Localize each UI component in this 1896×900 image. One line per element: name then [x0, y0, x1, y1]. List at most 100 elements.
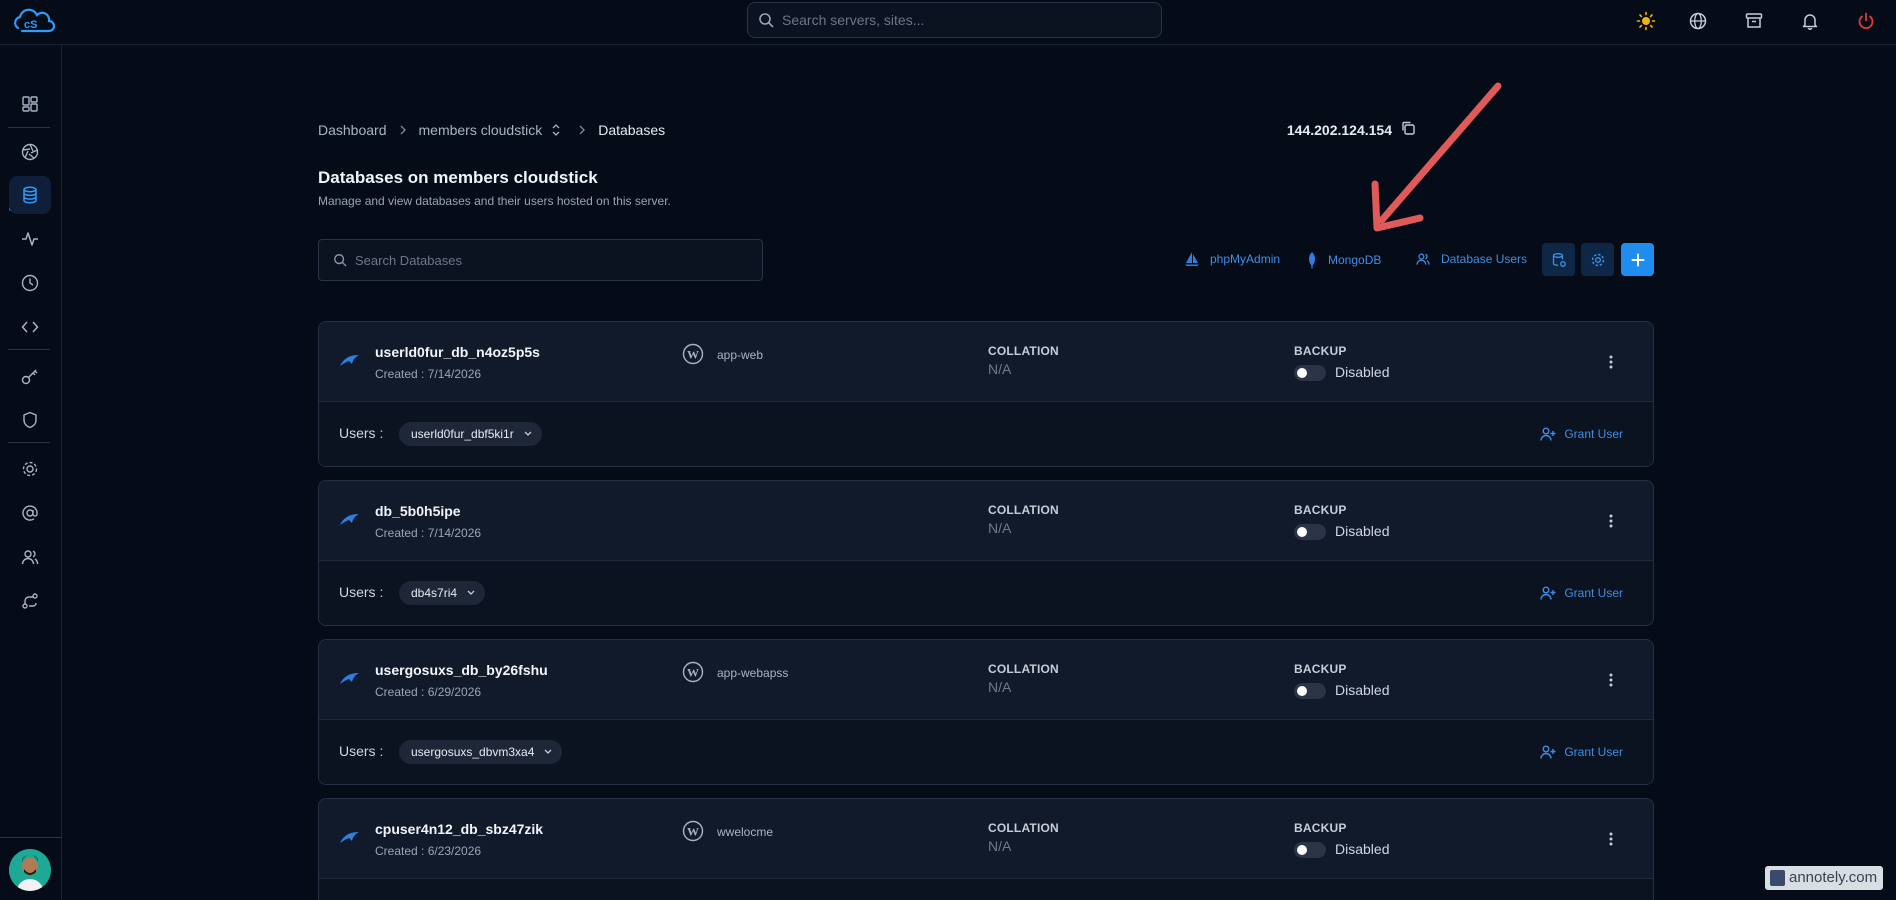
clock-icon [21, 274, 39, 292]
database-name[interactable]: usergosuxs_db_by26fshu [375, 662, 548, 678]
database-card-header: usergosuxs_db_by26fshu Created : 6/29/20… [319, 640, 1653, 720]
database-card-header: userld0fur_db_n4oz5p5s Created : 7/14/20… [319, 322, 1653, 402]
breadcrumb-server[interactable]: members cloudstick [419, 122, 543, 138]
plus-icon [1631, 253, 1644, 266]
svg-text:W: W [687, 348, 699, 362]
site-name[interactable]: app-web [717, 348, 763, 362]
more-options-button[interactable] [1601, 829, 1621, 849]
globe-icon [1689, 12, 1707, 30]
sidebar-item-security[interactable] [9, 401, 51, 439]
mongodb-link[interactable]: MongoDB [1306, 251, 1381, 269]
archive-button[interactable] [1742, 9, 1766, 33]
database-created: Created : 7/14/2026 [375, 367, 482, 381]
database-users-link[interactable]: Database Users [1415, 251, 1527, 267]
users-label: Users : [339, 743, 384, 759]
notifications-button[interactable] [1798, 9, 1822, 33]
copy-icon[interactable] [1400, 120, 1416, 139]
database-config-button[interactable] [1542, 243, 1575, 276]
backup-label: BACKUP [1294, 503, 1347, 517]
user-chip[interactable]: db4s7ri4 [399, 581, 486, 605]
phpmyadmin-link[interactable]: phpMyAdmin [1184, 251, 1280, 267]
collation-label: COLLATION [988, 821, 1059, 835]
avatar[interactable] [9, 849, 51, 891]
mongodb-label: MongoDB [1328, 253, 1382, 267]
cloudstick-logo[interactable]: cS [12, 8, 56, 34]
backup-toggle[interactable] [1294, 365, 1326, 381]
users-label: Users : [339, 425, 384, 441]
users-icon [1415, 251, 1431, 267]
database-search[interactable] [318, 239, 763, 281]
server-ip: 144.202.124.154 [1287, 120, 1416, 139]
search-icon [334, 254, 347, 267]
settings-button[interactable] [1581, 243, 1614, 276]
sidebar-divider [8, 442, 50, 443]
backup-toggle[interactable] [1294, 842, 1326, 858]
activity-icon [22, 232, 38, 246]
page-title: Databases on members cloudstick [318, 168, 598, 187]
user-chip[interactable]: usergosuxs_dbvm3xa4 [399, 740, 563, 764]
key-icon [21, 369, 38, 385]
sidebar-item-email[interactable] [9, 494, 51, 532]
server-ip-text: 144.202.124.154 [1286, 121, 1392, 138]
database-name[interactable]: userld0fur_db_n4oz5p5s [375, 344, 540, 360]
user-chip-label: db4s7ri4 [411, 586, 458, 600]
more-options-button[interactable] [1601, 511, 1621, 531]
database-name[interactable]: cpuser4n12_db_sbz47zik [375, 821, 543, 837]
users-icon [21, 550, 39, 565]
svg-text:W: W [687, 666, 699, 680]
wordpress-icon: W [682, 820, 704, 842]
grant-user-button[interactable]: Grant User [1540, 744, 1623, 760]
add-database-button[interactable] [1621, 243, 1654, 276]
archive-icon [1745, 13, 1763, 28]
grid-icon [22, 96, 38, 112]
language-button[interactable] [1686, 9, 1710, 33]
user-plus-icon [1540, 744, 1556, 760]
grant-user-button[interactable]: Grant User [1540, 585, 1623, 601]
sidebar-item-databases[interactable] [9, 176, 51, 214]
sun-icon [1636, 11, 1656, 31]
watermark-text: annotely.com [1789, 869, 1878, 886]
bell-icon [1802, 14, 1818, 30]
breadcrumb-dashboard[interactable]: Dashboard [318, 122, 387, 138]
backup-label: BACKUP [1294, 662, 1347, 676]
database-card-users: Users : userld0fur_dbf5ki1r Grant User [319, 402, 1653, 466]
sidebar-item-ssh-keys[interactable] [9, 357, 51, 395]
sidebar-item-cron[interactable] [9, 264, 51, 302]
more-vertical-icon [1609, 355, 1613, 369]
chevrons-up-down-icon[interactable] [550, 123, 562, 137]
sidebar-item-dashboard[interactable] [9, 85, 51, 123]
database-name[interactable]: db_5b0h5ipe [375, 503, 461, 519]
site-name[interactable]: app-webapss [717, 666, 788, 680]
global-search[interactable] [747, 2, 1162, 38]
chevron-down-icon [523, 422, 533, 454]
more-options-button[interactable] [1601, 670, 1621, 690]
more-options-button[interactable] [1601, 352, 1621, 372]
search-icon [759, 13, 774, 28]
sidebar-item-sites[interactable] [9, 133, 51, 171]
grant-user-button[interactable]: Grant User [1540, 426, 1623, 442]
theme-toggle-button[interactable] [1634, 9, 1658, 33]
collation-label: COLLATION [988, 503, 1059, 517]
svg-text:W: W [687, 825, 699, 839]
backup-status: Disabled [1335, 364, 1390, 380]
sidebar-item-code[interactable] [9, 308, 51, 346]
database-card-users: Users : usergosuxs_dbvm3xa4 Grant User [319, 720, 1653, 784]
sidebar-item-settings[interactable] [9, 450, 51, 488]
logout-button[interactable] [1854, 9, 1878, 33]
database-search-input[interactable] [355, 252, 735, 268]
top-bar: cS [0, 0, 1896, 45]
sidebar-item-monitoring[interactable] [9, 220, 51, 258]
sailboat-icon [1184, 251, 1200, 267]
collation-value: N/A [988, 679, 1012, 695]
database-icon [23, 186, 37, 204]
backup-toggle[interactable] [1294, 683, 1326, 699]
sidebar-item-team[interactable] [9, 538, 51, 576]
annotely-logo-icon [1770, 870, 1785, 886]
sidebar-item-integrations[interactable] [9, 582, 51, 620]
user-chip[interactable]: userld0fur_dbf5ki1r [399, 422, 542, 446]
database-card: userld0fur_db_n4oz5p5s Created : 7/14/20… [318, 321, 1654, 467]
wordpress-icon: W [682, 343, 704, 365]
global-search-input[interactable] [782, 12, 1142, 28]
backup-toggle[interactable] [1294, 524, 1326, 540]
site-name[interactable]: wwelocme [717, 825, 773, 839]
